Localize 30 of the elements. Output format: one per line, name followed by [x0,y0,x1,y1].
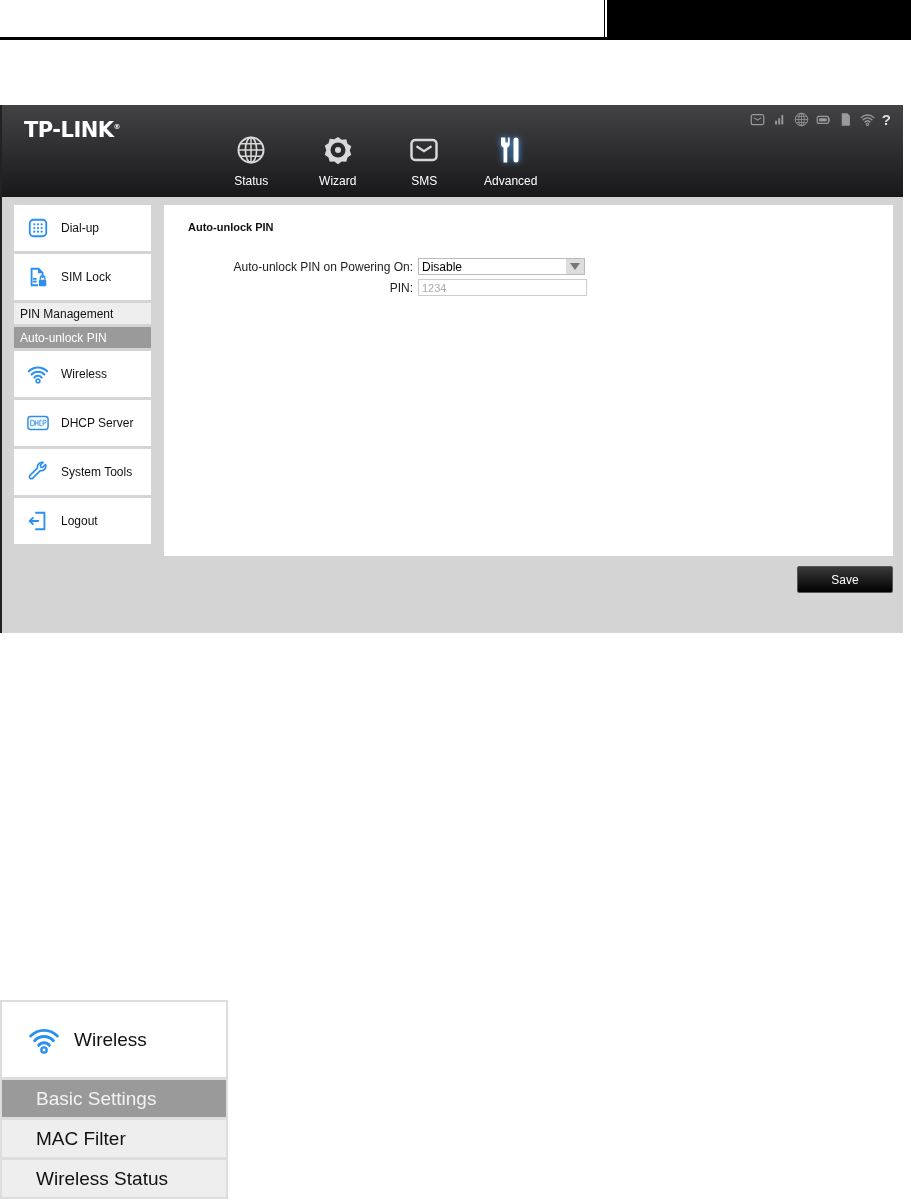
sidebar-item[interactable]: SIM Lock [14,254,151,300]
sidebar-item[interactable]: DHCP Server [14,400,151,446]
nav-tab[interactable]: Status [208,135,295,197]
gear-icon [322,135,353,165]
sidebar-item[interactable]: Dial-up [14,205,151,251]
nav-tab[interactable]: Advanced [467,135,554,197]
wrench-icon [27,461,49,483]
caret-icon [566,259,584,274]
section-title: Auto-unlock PIN [188,221,275,233]
dialpad-icon [27,217,49,239]
field-label: PIN: [388,280,413,295]
globe-icon [793,112,809,127]
logo: TP-LINK$^{®}$ [23,117,122,144]
nav-tab[interactable]: SMS [381,135,468,197]
sidebar-subitem[interactable]: Wireless Status [2,1160,226,1197]
help-icon[interactable]: ? [881,111,891,128]
sidebar-item[interactable]: Wireless [14,351,151,397]
sidebar-item[interactable]: System Tools [14,449,151,495]
sidebar-item[interactable]: Logout [14,498,151,544]
dropdown[interactable]: Disable [418,258,585,275]
nav-tab[interactable]: Wizard [294,135,381,197]
envelope-icon [749,112,765,127]
sidebar-item[interactable]: Wireless [2,1002,226,1077]
save-button[interactable]: Save [797,566,893,593]
wifi-icon [27,363,49,385]
sidebar-subitem[interactable]: MAC Filter [2,1120,226,1157]
field-label: Auto-unlock PIN on Powering On: [232,259,413,274]
globe-icon [236,135,267,165]
sidebar-subitem[interactable]: PIN Management [14,303,151,324]
wifi-icon [859,112,875,127]
